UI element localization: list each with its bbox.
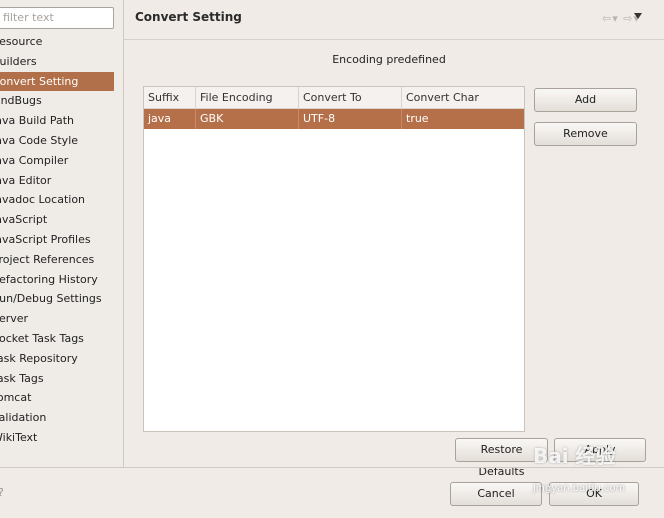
page-title: Convert Setting (135, 10, 242, 24)
watermark-brand: Bai 经验 (533, 444, 616, 468)
sidebar-item-convert-setting[interactable]: Convert Setting (0, 71, 114, 92)
sidebar-item-refactoring-history[interactable]: Refactoring History (0, 270, 118, 290)
sidebar-item-javascript-profiles[interactable]: JavaScript Profiles (0, 230, 118, 250)
encoding-table[interactable]: Suffix File Encoding Convert To Convert … (143, 86, 525, 432)
column-header-suffix[interactable]: Suffix (144, 87, 196, 109)
back-arrow-icon[interactable]: ⇦ (602, 12, 612, 25)
sidebar-item-server[interactable]: Server (0, 309, 118, 329)
cancel-button[interactable]: Cancel (450, 482, 542, 506)
sidebar-item-tomcat[interactable]: Tomcat (0, 388, 118, 408)
help-icon[interactable]: ? (0, 486, 4, 499)
title-separator (124, 39, 664, 40)
cell-convert-char: true (406, 112, 429, 125)
forward-arrow-icon[interactable]: ⇨ (623, 12, 633, 25)
sidebar-item-run-debug-settings[interactable]: Run/Debug Settings (0, 289, 118, 309)
cell-convert-to: UTF-8 (299, 109, 402, 129)
sidebar-item-javadoc-location[interactable]: Javadoc Location (0, 190, 118, 210)
preference-page: Convert Setting ⇦▾ ⇨▾ Encoding predefine… (124, 0, 664, 478)
column-header-convert-to[interactable]: Convert To (299, 87, 402, 109)
cell-file-encoding: GBK (196, 109, 299, 129)
sidebar-item-task-tags[interactable]: Task Tags (0, 369, 118, 389)
sidebar-item-socket-task-tags[interactable]: Socket Task Tags (0, 329, 118, 349)
view-menu-icon[interactable] (634, 13, 642, 19)
sidebar-item-javascript[interactable]: JavaScript (0, 210, 118, 230)
table-header: Suffix File Encoding Convert To Convert … (144, 87, 524, 109)
sidebar-item-project-references[interactable]: Project References (0, 250, 118, 270)
column-header-convert-char[interactable]: Convert Char (402, 87, 524, 109)
preference-tree: Resource Builders Convert Setting FindBu… (0, 32, 118, 448)
cell-suffix: java (144, 109, 196, 129)
sidebar-item-java-code-style[interactable]: Java Code Style (0, 131, 118, 151)
back-dropdown-icon[interactable]: ▾ (612, 12, 619, 25)
sidebar-item-wikitext[interactable]: WikiText (0, 428, 118, 448)
section-label: Encoding predefined (332, 53, 446, 66)
sidebar-item-java-compiler[interactable]: Java Compiler (0, 151, 118, 171)
table-row[interactable]: java GBK UTF-8 true (144, 109, 524, 129)
sidebar-item-builders[interactable]: Builders (0, 52, 118, 72)
baidu-watermark: Bai 经验 jingyan.baidu.com (533, 440, 643, 500)
sidebar-item-resource[interactable]: Resource (0, 32, 118, 52)
preferences-sidebar: filter text Resource Builders Convert Se… (0, 0, 124, 467)
sidebar-item-validation[interactable]: Validation (0, 408, 118, 428)
filter-input[interactable]: filter text (0, 7, 114, 29)
remove-button[interactable]: Remove (534, 122, 637, 146)
add-button[interactable]: Add (534, 88, 637, 112)
sidebar-item-java-build-path[interactable]: Java Build Path (0, 111, 118, 131)
sidebar-item-findbugs[interactable]: FindBugs (0, 91, 118, 111)
sidebar-item-java-editor[interactable]: Java Editor (0, 171, 118, 191)
watermark-url: jingyan.baidu.com (533, 483, 626, 494)
column-header-file-encoding[interactable]: File Encoding (196, 87, 299, 109)
sidebar-item-task-repository[interactable]: Task Repository (0, 349, 118, 369)
